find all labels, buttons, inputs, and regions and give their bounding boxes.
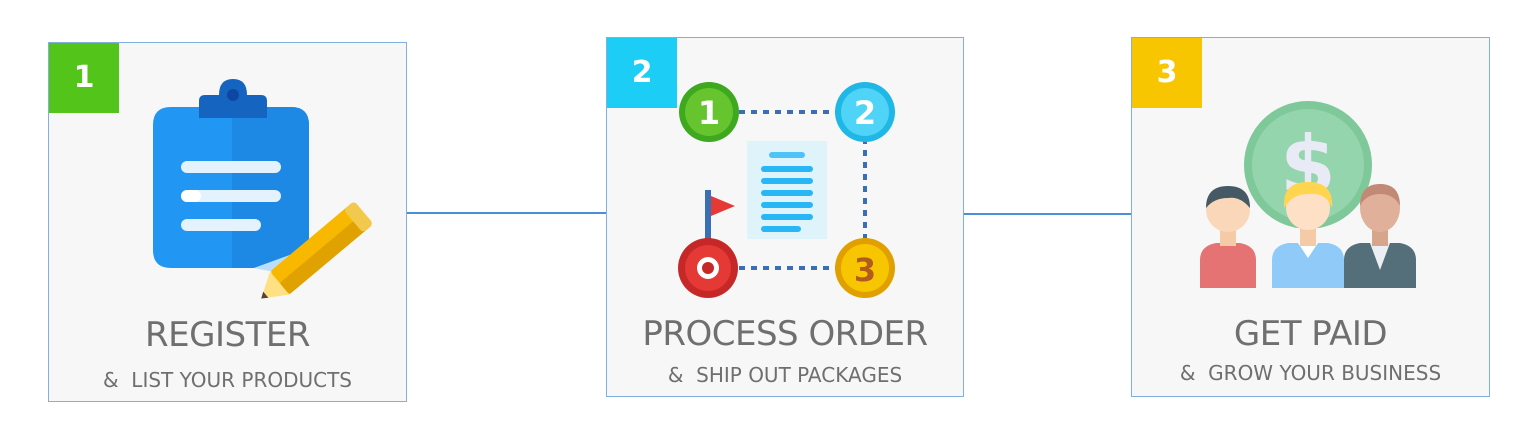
step-title: PROCESS ORDER bbox=[642, 314, 928, 354]
route-node-3-label: 3 bbox=[854, 251, 876, 289]
step-card-get-paid: 3 $ GET PAID & GROW YOUR BUSINESS bbox=[1131, 37, 1490, 397]
step-subtitle: & GROW YOUR BUSINESS bbox=[1179, 361, 1442, 385]
step-card-register: 1 REGISTER & LIST YOUR PRODUCTS bbox=[48, 42, 407, 402]
connector-line-1-2 bbox=[407, 212, 607, 214]
step-subtitle: & LIST YOUR PRODUCTS bbox=[103, 368, 352, 392]
route-node-1-label: 1 bbox=[698, 94, 720, 132]
step-subtitle: & SHIP OUT PACKAGES bbox=[667, 363, 903, 387]
route-node-2-label: 2 bbox=[854, 94, 876, 132]
step-card-process-order: 2 1 2 3 PROCESS ORDER & SHIP OUT PACKAGE… bbox=[606, 37, 964, 397]
step-title: REGISTER bbox=[145, 315, 310, 355]
step-title: GET PAID bbox=[1233, 314, 1388, 354]
connector-line-2-3 bbox=[963, 213, 1132, 215]
